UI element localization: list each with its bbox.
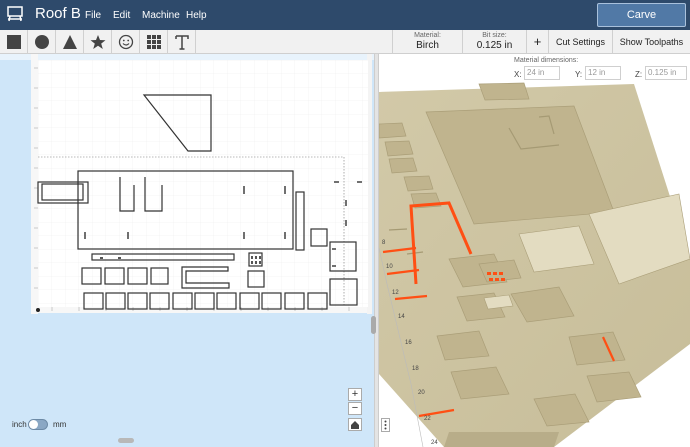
zoom-out-button[interactable]: −: [348, 402, 362, 415]
dimension-z-label: Z:: [635, 70, 643, 79]
unit-mm-label: mm: [53, 420, 67, 429]
vertical-dots-icon: [384, 420, 387, 430]
material-label: Material:: [414, 32, 441, 39]
dimension-y-input[interactable]: 12 in: [585, 66, 621, 80]
svg-text:14: 14: [398, 314, 405, 320]
menu-edit[interactable]: Edit: [113, 10, 130, 21]
wood-preview[interactable]: 8 10 12 14 16 18 20 22 24: [379, 54, 690, 447]
circle-tool[interactable]: [28, 30, 56, 54]
triangle-tool[interactable]: [56, 30, 84, 54]
menu-machine[interactable]: Machine: [142, 10, 180, 21]
material-dimensions-label: Material dimensions:: [514, 57, 579, 64]
svg-text:16: 16: [405, 340, 412, 346]
svg-text:24: 24: [431, 440, 438, 446]
material-selector[interactable]: Material: Birch: [392, 30, 462, 54]
square-tool[interactable]: [0, 30, 28, 54]
text-tool[interactable]: [168, 30, 196, 54]
home-view-button[interactable]: [348, 418, 362, 431]
carve-button[interactable]: Carve: [597, 3, 686, 27]
toolbar: Material: Birch Bit size: 0.125 in + Cut…: [0, 30, 690, 54]
star-tool[interactable]: [84, 30, 112, 54]
dimension-x-label: X:: [514, 70, 522, 79]
vertical-scrollbar[interactable]: [371, 316, 376, 334]
zoom-in-button[interactable]: +: [348, 388, 362, 401]
horizontal-scrollbar[interactable]: [118, 438, 134, 443]
triangle-icon: [62, 35, 77, 49]
smiley-tool[interactable]: [112, 30, 140, 54]
unit-toggle-switch[interactable]: [28, 419, 48, 430]
dimension-z-input[interactable]: 0.125 in: [645, 66, 687, 80]
bit-size-selector[interactable]: Bit size: 0.125 in: [462, 30, 526, 54]
design-shapes[interactable]: [0, 54, 374, 447]
menu-file[interactable]: File: [85, 10, 101, 21]
smiley-icon: [118, 34, 133, 50]
design-canvas-panel[interactable]: + − inch mm: [0, 54, 374, 447]
cut-settings-button[interactable]: Cut Settings: [548, 30, 612, 54]
add-bit-button[interactable]: +: [526, 30, 548, 54]
dimension-x-input[interactable]: 24 in: [524, 66, 560, 80]
bit-size-label: Bit size:: [482, 32, 507, 39]
unit-inch-label: inch: [12, 420, 27, 429]
large-panel-shape: [77, 170, 294, 250]
icon-library-tool[interactable]: [140, 30, 168, 54]
svg-text:22: 22: [424, 416, 431, 422]
toggle-knob: [29, 420, 38, 429]
preview-options-button[interactable]: [381, 418, 390, 432]
svg-text:20: 20: [418, 390, 425, 396]
bit-size-value: 0.125 in: [476, 40, 513, 51]
project-title[interactable]: Roof B: [35, 5, 81, 22]
circle-icon: [34, 35, 49, 49]
x-carve-machine-icon[interactable]: [6, 5, 24, 23]
svg-text:18: 18: [412, 366, 419, 372]
star-icon: [90, 35, 105, 49]
material-value: Birch: [416, 40, 439, 51]
text-icon: [174, 35, 189, 50]
home-icon: [351, 421, 359, 429]
menu-help[interactable]: Help: [186, 10, 207, 21]
top-bar: Roof B File Edit Machine Help Carve: [0, 0, 690, 30]
dimension-y-label: Y:: [575, 70, 583, 79]
icon-grid-icon: [146, 35, 161, 49]
svg-text:12: 12: [392, 290, 399, 296]
svg-text:10: 10: [386, 264, 393, 270]
show-toolpaths-button[interactable]: Show Toolpaths: [612, 30, 690, 54]
triangle-shape: [142, 94, 212, 152]
preview-3d-panel[interactable]: 8 10 12 14 16 18 20 22 24 Material dimen…: [379, 54, 690, 447]
square-icon: [6, 35, 21, 49]
